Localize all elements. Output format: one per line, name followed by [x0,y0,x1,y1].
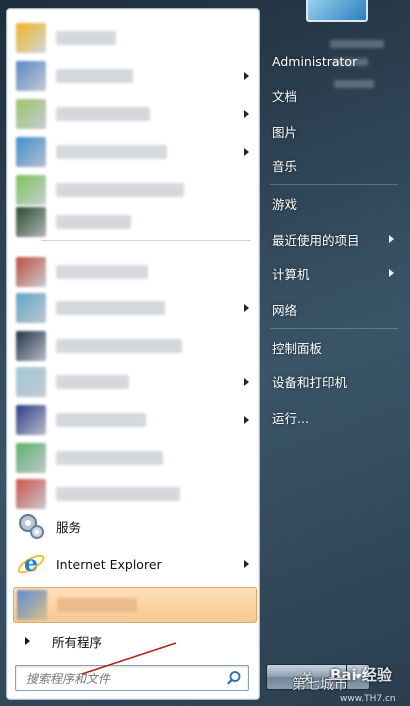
program-icon [16,405,46,435]
program-icon [16,99,46,129]
user-picture[interactable] [306,0,368,22]
right-item[interactable]: 设备和打印机 [264,366,400,396]
program-item[interactable] [13,403,255,437]
watermark-url: www.TH7.cn [340,694,396,704]
right-item[interactable]: 网络 [264,294,400,324]
program-item[interactable] [13,173,255,207]
program-item[interactable] [13,59,255,93]
submenu-arrow-icon[interactable] [244,560,249,568]
right-item[interactable]: 运行... [264,402,400,432]
right-item[interactable]: 游戏 [264,188,400,218]
program-label [56,145,167,159]
right-item-label: 最近使用的项目 [272,232,360,248]
program-icon [17,590,47,620]
program-label [56,107,150,121]
program-label: 服务 [56,519,82,535]
program-label [56,301,165,315]
program-label [56,339,182,353]
submenu-arrow-icon[interactable] [244,72,249,80]
program-icon [16,61,46,91]
program-icon [16,23,46,53]
right-item[interactable]: 图片 [264,116,400,146]
submenu-arrow-icon[interactable] [244,304,249,312]
program-label [56,69,133,83]
program-icon [16,175,46,205]
program-label [56,487,180,501]
search-icon[interactable] [226,670,242,686]
program-icon [16,331,46,361]
watermark-text: 第七城市 [292,677,348,693]
program-label [56,375,129,389]
submenu-arrow-icon[interactable] [244,378,249,386]
right-item[interactable]: 计算机 [264,258,400,288]
right-item-label: 运行... [272,410,309,426]
program-item[interactable] [13,255,255,289]
program-item[interactable] [13,441,255,475]
program-services[interactable]: 服务 [13,509,255,543]
program-icon [16,207,46,237]
submenu-arrow-icon[interactable] [244,148,249,156]
program-item[interactable] [13,205,255,239]
right-item[interactable]: Administrator [264,46,400,76]
right-item-label: 计算机 [272,266,310,282]
right-item-label: 游戏 [272,196,298,212]
program-item[interactable] [13,477,255,511]
svg-text:e: e [24,551,38,577]
program-item[interactable] [13,21,255,55]
program-item[interactable] [13,329,255,363]
right-item-label: 网络 [272,302,298,318]
program-label [56,31,116,45]
program-icon [16,367,46,397]
start-menu-left-pane: 服务 e Internet Explorer 所有程序 [6,8,260,700]
program-item[interactable] [13,135,255,169]
right-item-label: Administrator [272,53,358,69]
program-internet-explorer[interactable]: e Internet Explorer [13,547,255,581]
program-label [56,413,146,427]
separator [270,184,398,185]
program-icon [16,479,46,509]
program-icon [16,137,46,167]
program-item[interactable] [13,97,255,131]
all-programs-label: 所有程序 [52,634,103,650]
right-item-label: 设备和打印机 [272,374,348,390]
program-item[interactable] [13,365,255,399]
program-label [56,215,131,229]
submenu-arrow-icon[interactable] [244,416,249,424]
right-item[interactable]: 控制面板 [264,332,400,362]
right-item-label: 图片 [272,124,298,140]
search-box[interactable] [15,665,249,691]
program-label [57,598,137,612]
program-icon [16,257,46,287]
right-item[interactable]: 文档 [264,80,400,110]
program-label [56,265,148,279]
program-item[interactable] [13,291,255,325]
search-input[interactable] [24,668,218,690]
right-item-label: 控制面板 [272,340,323,356]
program-label [56,451,163,465]
program-label: Internet Explorer [56,556,162,572]
internet-explorer-icon: e [17,551,45,577]
separator [41,240,251,241]
separator [270,328,398,329]
right-item-label: 文档 [272,88,298,104]
right-item[interactable]: 音乐 [264,150,400,180]
program-icon [16,293,46,323]
program-icon [16,443,46,473]
right-item[interactable]: 最近使用的项目 [264,224,400,254]
submenu-arrow-icon[interactable] [244,110,249,118]
program-highlighted[interactable] [13,587,257,623]
right-item-label: 音乐 [272,158,298,174]
gears-icon [19,514,44,539]
expand-arrow-icon [25,637,30,645]
submenu-arrow-icon[interactable] [389,235,394,243]
submenu-arrow-icon[interactable] [389,269,394,277]
separator [41,621,251,622]
all-programs-button[interactable]: 所有程序 [13,629,255,653]
program-label [56,183,184,197]
